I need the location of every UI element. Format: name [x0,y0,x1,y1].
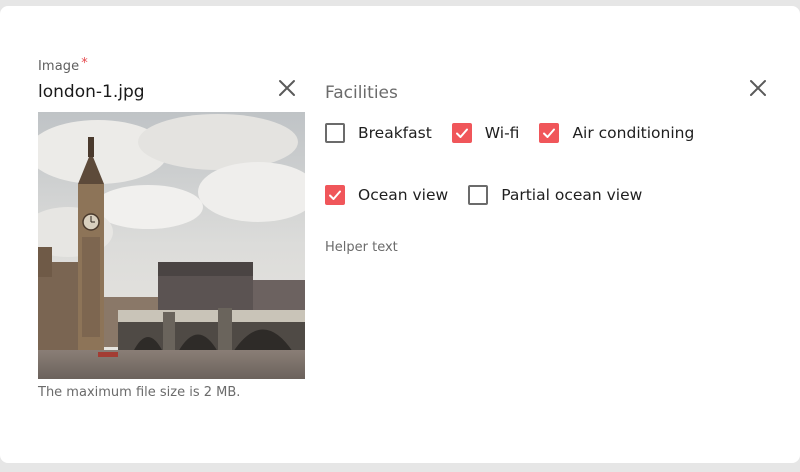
checkbox-breakfast[interactable]: Breakfast [325,123,432,143]
required-mark: * [81,56,88,71]
clear-facilities-button[interactable] [746,76,770,100]
checkbox-unchecked[interactable] [325,123,345,143]
close-icon [279,80,295,96]
checkmark-icon [543,128,556,138]
checkbox-label: Ocean view [358,186,449,204]
checkbox-air-conditioning[interactable]: Air conditioning [539,123,694,143]
checkmark-icon [455,128,468,138]
checkbox-label: Breakfast [358,124,432,142]
image-filename: london-1.jpg [38,82,145,102]
checkbox-label: Partial ocean view [501,186,643,204]
checkbox-label: Wi-fi [484,124,520,142]
checkbox-checked[interactable] [539,123,560,143]
checkbox-unchecked[interactable] [468,185,489,205]
checkbox-partial-ocean-view[interactable]: Partial ocean view [468,185,642,205]
checkmark-icon [329,190,341,200]
checkbox-ocean-view[interactable]: Ocean view [325,185,448,205]
facilities-row-1: Breakfast Wi-fi Air conditioning [325,123,714,143]
image-preview [38,112,305,379]
close-icon [750,80,766,96]
image-label-text: Image [38,59,80,74]
checkbox-checked[interactable] [325,185,345,205]
checkbox-label: Air conditioning [572,124,695,142]
checkbox-checked[interactable] [451,123,472,143]
helper-text: Helper text [325,240,398,255]
image-field-label: Image * [38,56,88,74]
facilities-label: Facilities [325,83,398,103]
form-card: Image * london-1.jpg The maximum file si… [0,6,800,463]
remove-image-button[interactable] [275,76,299,100]
file-size-hint: The maximum file size is 2 MB. [38,385,241,400]
facilities-row-2: Ocean view Partial ocean view [325,185,662,205]
checkbox-wifi[interactable]: Wi-fi [451,123,520,143]
